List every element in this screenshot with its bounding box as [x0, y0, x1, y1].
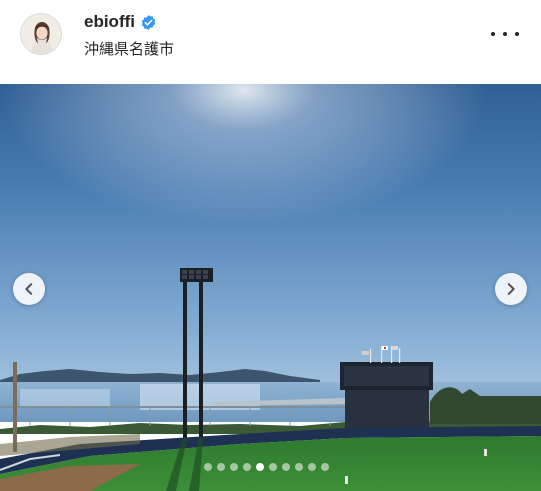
post-header: ebioffi 沖縄県名護市	[0, 0, 541, 84]
chevron-right-icon	[507, 283, 515, 295]
carousel-dot-active	[256, 463, 264, 471]
carousel-next-button[interactable]	[495, 273, 527, 305]
carousel-dot	[217, 463, 225, 471]
carousel-dot	[243, 463, 251, 471]
post-photo[interactable]	[0, 84, 541, 491]
carousel-dot	[308, 463, 316, 471]
location-link[interactable]: 沖縄県名護市	[84, 38, 174, 59]
carousel-dot	[321, 463, 329, 471]
stadium-photo	[0, 84, 541, 491]
carousel-dot	[204, 463, 212, 471]
more-options-icon-dot	[503, 32, 507, 36]
more-options-button[interactable]	[491, 22, 519, 46]
username-link[interactable]: ebioffi	[84, 12, 135, 32]
carousel-dot	[269, 463, 277, 471]
chevron-left-icon	[25, 283, 33, 295]
carousel-prev-button[interactable]	[13, 273, 45, 305]
verified-badge-icon	[141, 14, 156, 30]
more-options-icon-dot	[515, 32, 519, 36]
carousel-dot	[282, 463, 290, 471]
carousel-dot	[230, 463, 238, 471]
avatar[interactable]	[20, 13, 62, 55]
avatar-image	[21, 14, 61, 54]
more-options-icon-dot	[491, 32, 495, 36]
username-row: ebioffi	[84, 12, 157, 32]
carousel-indicator	[204, 463, 329, 471]
carousel-dot	[295, 463, 303, 471]
